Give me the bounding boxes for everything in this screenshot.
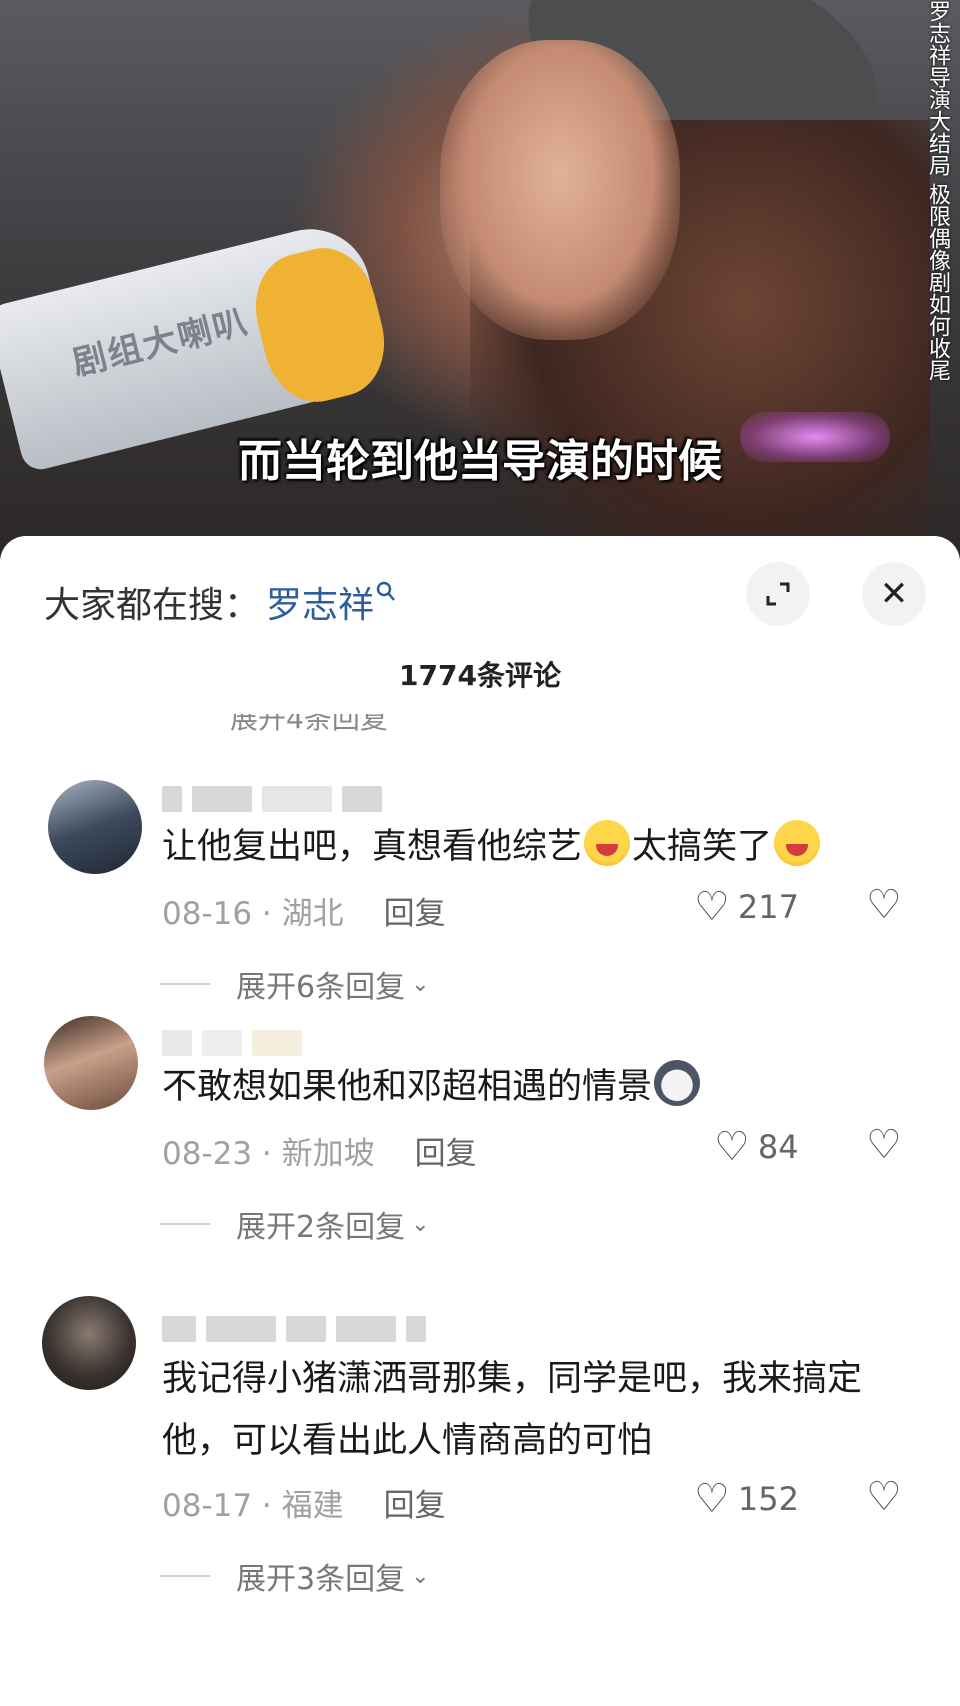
comment-date-location: 08-17 · 福建 [162, 1488, 344, 1524]
comment-date-location: 08-23 · 新加坡 [162, 1136, 375, 1172]
comment-meta: 08-23 · 新加坡 回复 [162, 1128, 477, 1173]
trending-search-term[interactable]: 罗志祥 [266, 576, 374, 628]
like-button[interactable]: ♡ 84 [714, 1124, 799, 1170]
comments-sheet: 大家都在搜： 罗志祥 ✕ 1774条评论 展开4条回复 让他复出吧，真想看他综艺… [0, 536, 960, 1706]
comment-text: 我记得小猪潇洒哥那集，同学是吧，我来搞定他，可以看出此人情商高的可怕 [162, 1359, 863, 1461]
dislike-button[interactable]: ♡ [866, 1474, 902, 1520]
reply-button[interactable]: 回复 [415, 1128, 477, 1173]
broken-heart-icon: ♡ [866, 882, 902, 928]
heart-icon: ♡ [694, 1476, 730, 1522]
expand-replies-label: 展开6条回复 [236, 970, 406, 1005]
comment-text: 不敢想如果他和邓超相遇的情景 [162, 1056, 922, 1118]
husky-dog-emoji-icon [654, 1060, 701, 1106]
chevron-down-icon: ⌄ [411, 1563, 430, 1589]
avatar[interactable] [42, 1296, 136, 1390]
laughing-crying-emoji-icon [774, 820, 821, 866]
trending-search[interactable]: 大家都在搜： 罗志祥 [44, 572, 396, 632]
divider-line [160, 1575, 210, 1577]
divider-line [160, 1223, 210, 1225]
comment-meta: 08-17 · 福建 回复 [162, 1480, 446, 1525]
like-count: 84 [757, 1128, 799, 1166]
expand-replies-partial[interactable]: 展开4条回复 [230, 714, 388, 738]
expand-replies-label: 展开3条回复 [236, 1562, 406, 1597]
like-count: 217 [737, 888, 799, 926]
expand-icon [766, 582, 790, 606]
dislike-button[interactable]: ♡ [866, 882, 902, 928]
expand-replies[interactable]: 展开6条回复 ⌄ [160, 962, 430, 1006]
comment-meta: 08-16 · 湖北 回复 [162, 888, 446, 933]
avatar[interactable] [44, 1016, 138, 1110]
broken-heart-icon: ♡ [866, 1474, 902, 1520]
username-blurred[interactable] [162, 1316, 582, 1350]
broken-heart-icon: ♡ [866, 1122, 902, 1168]
comment-text: 让他复出吧，真想看他综艺 太搞笑了 [162, 816, 922, 878]
reply-button[interactable]: 回复 [384, 1480, 446, 1525]
chevron-down-icon: ⌄ [411, 971, 430, 997]
expand-button[interactable] [746, 562, 810, 626]
divider-line [160, 983, 210, 985]
video-scene-face [440, 40, 680, 340]
username-blurred[interactable] [162, 786, 522, 820]
dislike-button[interactable]: ♡ [866, 1122, 902, 1168]
reply-button[interactable]: 回复 [384, 888, 446, 933]
video-player[interactable]: 剧组大喇叭 而当轮到他当导演的时候 罗志祥导演大结局 极限偶像剧如何收尾 [0, 0, 960, 560]
like-button[interactable]: ♡ 152 [694, 1476, 799, 1522]
trending-search-prefix: 大家都在搜： [44, 585, 261, 626]
expand-replies[interactable]: 展开2条回复 ⌄ [160, 1202, 430, 1246]
avatar[interactable] [48, 780, 142, 874]
laughing-crying-emoji-icon [584, 820, 631, 866]
chevron-down-icon: ⌄ [411, 1211, 430, 1237]
heart-icon: ♡ [714, 1124, 750, 1170]
expand-replies[interactable]: 展开3条回复 ⌄ [160, 1554, 430, 1598]
video-subtitle: 而当轮到他当导演的时候 [238, 436, 722, 487]
close-button[interactable]: ✕ [862, 562, 926, 626]
expand-replies-label: 展开2条回复 [236, 1210, 406, 1245]
comment-date-location: 08-16 · 湖北 [162, 896, 344, 932]
close-icon: ✕ [879, 574, 909, 614]
like-count: 152 [737, 1480, 799, 1518]
like-button[interactable]: ♡ 217 [694, 884, 799, 930]
search-icon [376, 581, 396, 609]
video-side-title: 罗志祥导演大结局 极限偶像剧如何收尾 [925, 0, 950, 381]
heart-icon: ♡ [694, 884, 730, 930]
comment-count: 1774条评论 [399, 659, 561, 692]
